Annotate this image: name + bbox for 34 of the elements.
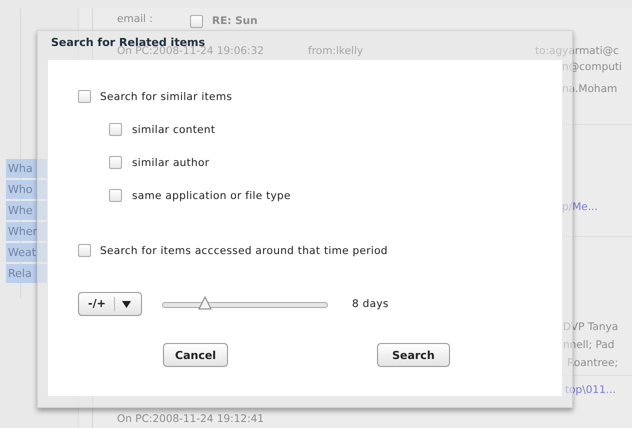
side-tab[interactable]: Rela xyxy=(6,264,47,283)
cancel-button[interactable]: Cancel xyxy=(163,343,228,367)
checkbox[interactable] xyxy=(109,123,122,136)
caret-icon xyxy=(122,300,131,308)
checkbox-label: Search for similar items xyxy=(100,90,232,102)
recipient-list: DVP Tanya xyxy=(563,321,618,333)
side-tab[interactable]: Wha xyxy=(6,159,47,178)
stepper-dropdown[interactable]: -/+ xyxy=(78,292,142,316)
email-subject: RE: Sun xyxy=(212,15,258,27)
recipient: na.Moham xyxy=(562,83,618,95)
checkbox-label: similar content xyxy=(132,124,216,136)
recipient-list: nnell; Pad xyxy=(563,339,614,351)
checkbox[interactable] xyxy=(78,244,91,257)
sender: from:lkelly xyxy=(308,45,364,57)
recipient: to:agyarmati@c xyxy=(535,45,619,57)
sent-time: On PC:2008-11-24 19:06:32 xyxy=(117,45,264,57)
checkbox[interactable] xyxy=(109,189,122,202)
search-button[interactable]: Search xyxy=(377,343,450,367)
slider-reading: 8 days xyxy=(352,298,389,310)
side-tab[interactable]: Whe xyxy=(6,201,47,220)
field-label: email : xyxy=(117,13,153,25)
side-tab[interactable]: Weat xyxy=(6,243,47,262)
checkbox-label: Search for items acccessed around that time period xyxy=(100,244,388,256)
side-tab[interactable]: Wher xyxy=(6,222,47,241)
checkbox[interactable] xyxy=(190,15,203,28)
checkbox[interactable] xyxy=(109,156,122,169)
recipient-list: Roantree; xyxy=(567,357,618,369)
checkbox[interactable] xyxy=(78,90,91,103)
recipient: n@computi xyxy=(562,61,622,73)
slider-thumb[interactable] xyxy=(198,296,212,310)
side-tab[interactable]: Who xyxy=(6,180,47,199)
sent-time: On PC:2008-11-24 19:12:41 xyxy=(117,413,264,425)
checkbox-label: similar author xyxy=(132,156,210,168)
checkbox-label: same application or file type xyxy=(132,190,291,202)
